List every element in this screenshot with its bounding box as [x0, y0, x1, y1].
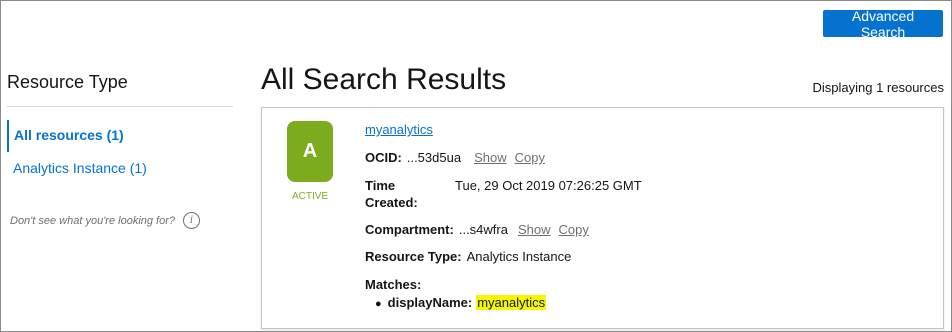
sidebar-active-indicator [7, 120, 9, 152]
sidebar-divider [7, 106, 233, 107]
match-item: ● displayName: myanalytics [375, 295, 547, 310]
ocid-copy-link[interactable]: Copy [515, 150, 545, 165]
matches-label: Matches: [365, 277, 422, 292]
compartment-show-link[interactable]: Show [518, 222, 551, 237]
status-badge: ACTIVE [291, 191, 329, 202]
match-highlight: myanalytics [476, 295, 547, 310]
resource-type-badge: A [287, 121, 333, 182]
resource-type-value: Analytics Instance [466, 249, 572, 264]
match-key: displayName: [387, 295, 473, 310]
ocid-row: OCID: ...53d5ua Show Copy [365, 150, 545, 165]
ocid-label: OCID: [365, 150, 402, 165]
advanced-search-button[interactable]: Advanced Search [823, 8, 943, 40]
time-created-label: Time Created: [365, 177, 418, 211]
sidebar-item-analytics-instance[interactable]: Analytics Instance (1) [13, 160, 147, 176]
sidebar-title: Resource Type [7, 72, 128, 92]
resource-type-label: Resource Type: [365, 249, 462, 264]
ocid-value: ...53d5ua [406, 150, 462, 165]
compartment-copy-link[interactable]: Copy [559, 222, 589, 237]
compartment-value: ...s4wfra [458, 222, 508, 237]
bullet-icon: ● [375, 298, 382, 310]
sidebar-item-all-resources[interactable]: All resources (1) [14, 127, 124, 143]
page-title: All Search Results [261, 63, 507, 96]
ocid-show-link[interactable]: Show [474, 150, 507, 165]
compartment-row: Compartment: ...s4wfra Show Copy [365, 222, 589, 237]
info-icon[interactable]: i [183, 212, 201, 229]
compartment-label: Compartment: [365, 222, 454, 237]
time-created-value: Tue, 29 Oct 2019 07:26:25 GMT [455, 178, 642, 193]
resource-name-link[interactable]: myanalytics [365, 122, 433, 137]
result-card [261, 107, 944, 329]
sidebar-hint-text: Don't see what you're looking for? [10, 214, 176, 227]
resource-type-row: Resource Type: Analytics Instance [365, 249, 571, 264]
time-created-label-line2: Created: [365, 195, 418, 210]
matches-row: Matches: [365, 277, 421, 292]
sidebar-hint: Don't see what you're looking for? i [10, 212, 201, 229]
time-created-label-line1: Time [365, 178, 396, 193]
results-count: Displaying 1 resources [812, 80, 944, 95]
